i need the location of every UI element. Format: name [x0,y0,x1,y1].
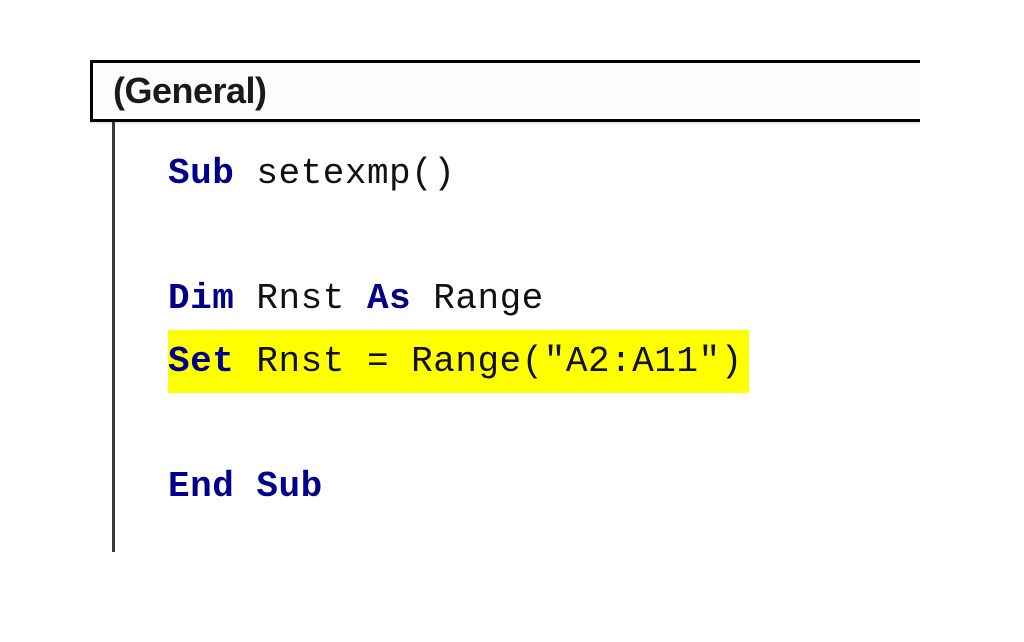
blank-line [168,393,920,455]
scope-dropdown-label: (General) [93,70,267,112]
highlighted-line: Set Rnst = Range("A2:A11") [168,330,749,393]
set-expression: Rnst = Range("A2:A11") [256,341,742,382]
code-line-set: Set Rnst = Range("A2:A11") [168,330,920,393]
keyword-endsub: End Sub [168,466,323,507]
keyword-sub: Sub [168,153,256,194]
var-name: Rnst [256,278,367,319]
keyword-set: Set [168,341,256,382]
keyword-dim: Dim [168,278,256,319]
keyword-as: As [367,278,433,319]
code-line-sub: Sub setexmp() [168,142,920,205]
code-line-endsub: End Sub [168,455,920,518]
code-area[interactable]: Sub setexmp() Dim Rnst As Range Set Rnst… [90,122,920,518]
type-name: Range [433,278,544,319]
gutter-divider [112,122,115,552]
code-lines: Sub setexmp() Dim Rnst As Range Set Rnst… [168,142,920,518]
scope-dropdown[interactable]: (General) [90,60,920,122]
blank-line [168,205,920,267]
sub-name: setexmp() [256,153,455,194]
vba-code-editor: (General) Sub setexmp() Dim Rnst As Rang… [90,60,920,518]
code-line-dim: Dim Rnst As Range [168,267,920,330]
